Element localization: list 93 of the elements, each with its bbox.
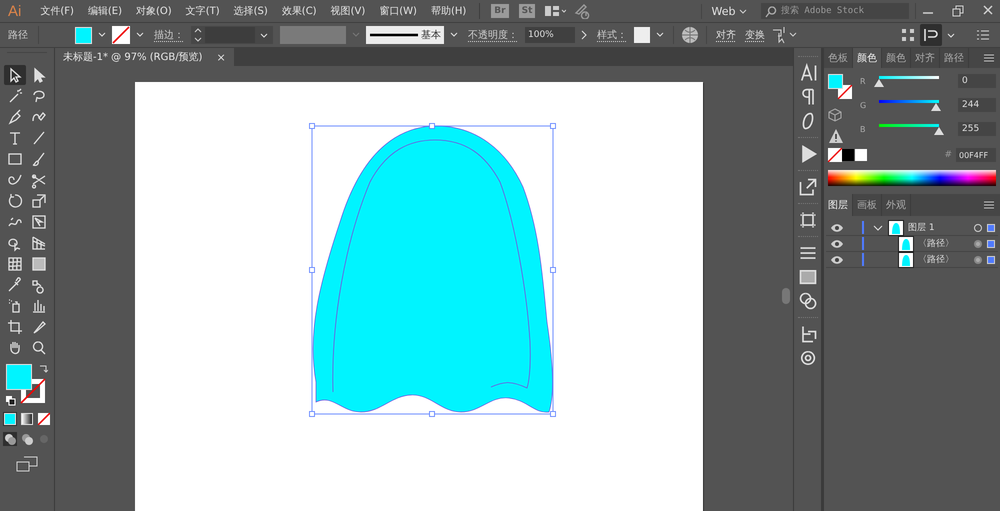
arrange-icon [922, 26, 940, 44]
panel-tab[interactable]: 图层 [824, 194, 853, 216]
menu-item[interactable]: 编辑(E) [80, 4, 130, 18]
gpu-icon[interactable] [574, 3, 592, 19]
default-colors-icon[interactable] [6, 396, 16, 406]
arrange-button[interactable] [920, 24, 942, 46]
panel-menu-icon[interactable] [982, 199, 996, 211]
workspace-dropdown[interactable]: Web [700, 4, 753, 18]
grid-icon[interactable] [899, 26, 917, 44]
panel-tab[interactable]: 颜色 [853, 48, 882, 68]
close-tab-button[interactable]: × [216, 50, 226, 64]
align-grid-icon[interactable] [798, 210, 818, 230]
hash-label: # [944, 150, 952, 160]
layer-row[interactable]: 〈路径〉 [826, 236, 998, 252]
path-thumbnail [898, 236, 914, 252]
channel-value-field[interactable]: 0 [958, 74, 996, 88]
fill-swatch[interactable] [75, 26, 92, 44]
panel-menu-icon[interactable] [982, 52, 996, 64]
layout-icon[interactable] [544, 4, 566, 18]
layer-row[interactable]: 〈路径〉 [826, 252, 998, 268]
fill-color-swatch[interactable] [828, 74, 843, 89]
color-swatch[interactable] [842, 149, 854, 161]
stroke-none-swatch[interactable] [838, 85, 852, 99]
menu-item[interactable]: 对象(O) [129, 4, 179, 18]
eye-icon[interactable] [830, 222, 844, 232]
layer-name: 〈路径〉 [918, 254, 954, 266]
search-icon [765, 6, 779, 18]
stroke-none-swatch[interactable] [112, 26, 130, 44]
channel-value-field[interactable]: 244 [958, 98, 996, 112]
fill-color-swatch[interactable] [6, 364, 32, 390]
cube-icon [828, 108, 842, 122]
screen-mode-icon[interactable] [16, 456, 38, 472]
eye-icon[interactable] [830, 254, 844, 264]
menu-item[interactable]: 文件(F) [33, 4, 81, 18]
menu-item[interactable]: 选择(S) [226, 4, 275, 18]
brush-definition-dropdown[interactable]: 基本 [366, 26, 444, 44]
draw-normal-button[interactable] [3, 432, 17, 446]
panel-tab[interactable]: 外观 [882, 194, 911, 216]
warning-icon [828, 128, 844, 144]
style-swatch[interactable] [634, 27, 650, 43]
circles-icon[interactable] [798, 291, 818, 311]
align-link[interactable]: 对齐 [713, 28, 739, 42]
gradient-swatch-icon[interactable] [798, 267, 818, 287]
color-spectrum[interactable] [828, 170, 996, 186]
panel-tab[interactable]: 路径 [940, 48, 969, 68]
layer-row[interactable]: 图层 1 [826, 220, 998, 236]
gradient-mode-button[interactable] [20, 412, 34, 426]
export-icon[interactable] [798, 177, 818, 197]
swap-icon[interactable] [38, 364, 48, 374]
stepper-arrows-icon[interactable] [193, 26, 203, 44]
isolate-icon[interactable] [771, 25, 799, 45]
channel-value-field[interactable]: 255 [958, 122, 996, 136]
slider-thumb[interactable] [931, 103, 942, 111]
stroke-line-icon [369, 32, 419, 38]
channel-label: R [860, 76, 867, 86]
menu-item[interactable]: 效果(C) [274, 4, 324, 18]
app-logo: Ai [7, 2, 22, 20]
document-title: 未标题-1* @ 97% (RGB/预览) [63, 50, 202, 64]
expand-caret-icon[interactable] [872, 222, 884, 232]
menu-item[interactable]: 视图(V) [324, 4, 372, 18]
transform-link[interactable]: 变换 [742, 28, 768, 42]
layer-name: 〈路径〉 [918, 238, 954, 250]
panel-tab[interactable]: 颜色 [882, 48, 911, 68]
selection-label: 路径 [7, 29, 29, 42]
panel-tab[interactable]: 画板 [853, 194, 882, 216]
menu-item[interactable]: 帮助(H) [424, 4, 474, 18]
hex-field[interactable]: 00F4FF [956, 148, 996, 162]
stroke-weight-field[interactable] [191, 26, 273, 44]
none-mode-button[interactable] [37, 412, 51, 426]
slider-thumb[interactable] [934, 127, 944, 135]
caret-icon [739, 8, 747, 14]
scroll-thumb[interactable] [782, 288, 790, 304]
slider-thumb[interactable] [874, 79, 884, 87]
globe-icon[interactable] [680, 25, 700, 45]
eye-icon[interactable] [830, 238, 844, 248]
opacity-field[interactable]: 100% [525, 27, 575, 43]
layer-thumbnail [888, 220, 904, 236]
search-field[interactable]: 搜索 Adobe Stock [761, 3, 909, 19]
document-tab[interactable]: 未标题-1* @ 97% (RGB/预览) × [55, 48, 234, 66]
opacity-label: 不透明度： [467, 28, 519, 42]
menu-item[interactable]: 文字(T) [178, 4, 227, 18]
draw-behind-button[interactable] [20, 432, 34, 446]
color-mode-button[interactable] [3, 412, 17, 426]
stroke-label: 描边： [153, 28, 185, 42]
channel-label: G [860, 100, 868, 110]
none-swatch[interactable] [828, 148, 842, 162]
path-thumbnail [898, 252, 914, 268]
color-swatch[interactable] [855, 149, 867, 161]
panel-tab[interactable]: 对齐 [911, 48, 940, 68]
menu-item[interactable]: 窗口(W) [372, 4, 424, 18]
channel-label: B [860, 124, 866, 134]
layer-name: 图层 1 [908, 222, 935, 234]
style-label: 样式： [596, 28, 628, 42]
